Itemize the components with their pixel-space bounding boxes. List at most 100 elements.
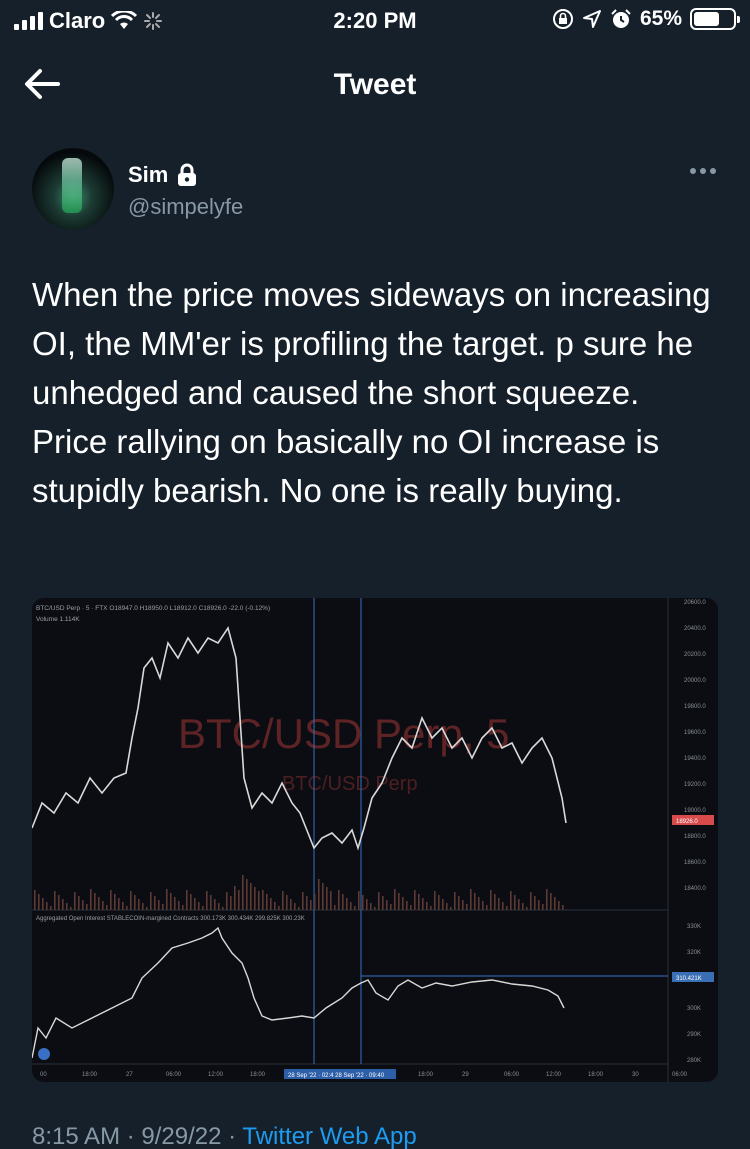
volume-bar (470, 889, 472, 910)
volume-bar (546, 889, 548, 910)
more-options-icon[interactable] (690, 168, 716, 174)
volume-bar (234, 886, 236, 910)
time-tick-label: 12:00 (208, 1072, 224, 1078)
chart-symbol-line: BTC/USD Perp · 5 · FTX O18947.0 H18950.0… (36, 605, 270, 612)
volume-bar (202, 906, 204, 910)
time-tick-label: 18:00 (250, 1072, 266, 1078)
volume-bar (178, 901, 180, 910)
volume-bar (562, 905, 564, 910)
volume-bar (262, 890, 264, 910)
price-tick-label: 19000.0 (684, 808, 706, 814)
avatar[interactable] (32, 148, 114, 230)
tweet-author: Sim @simpelyfe (32, 148, 722, 232)
location-icon (582, 10, 601, 28)
volume-bar (514, 895, 516, 910)
volume-bar (46, 902, 48, 910)
oi-series-line (32, 926, 565, 1059)
volume-bar (318, 879, 320, 910)
time-tick-label: 30 (632, 1072, 639, 1078)
price-tick-label: 20000.0 (684, 678, 706, 684)
volume-bar (214, 899, 216, 910)
volume-bar (222, 907, 224, 910)
volume-bar (346, 898, 348, 910)
time-tick-label: 27 (126, 1072, 133, 1078)
volume-bar (74, 892, 76, 910)
volume-bar (190, 894, 192, 910)
volume-bar (486, 905, 488, 910)
time-tick-label: 06:00 (166, 1072, 182, 1078)
volume-bar (250, 883, 252, 910)
volume-bar (510, 891, 512, 910)
volume-bar (258, 891, 260, 910)
volume-bar (446, 903, 448, 910)
volume-bar (66, 903, 68, 910)
tweet-image-chart[interactable]: BTC/USD Perp · 5 · FTX O18947.0 H18950.0… (32, 598, 718, 1082)
price-tick-label: 18400.0 (684, 886, 706, 892)
oi-tick-label: 330K (687, 924, 701, 930)
volume-bar (246, 879, 248, 910)
volume-bar (550, 893, 552, 910)
volume-bar (490, 890, 492, 910)
volume-bar (430, 906, 432, 910)
volume-bar (210, 895, 212, 910)
time-range-label: 28 Sep '22 · 02:4 28 Sep '22 · 09:40 (288, 1073, 385, 1079)
volume-bar (414, 890, 416, 910)
volume-bar (174, 897, 176, 910)
volume-bar (438, 895, 440, 910)
volume-bar (354, 906, 356, 910)
author-name[interactable]: Sim (128, 162, 168, 188)
volume-bar (122, 902, 124, 910)
volume-bar (58, 895, 60, 910)
volume-bar (458, 896, 460, 910)
volume-bar (502, 902, 504, 910)
volume-bar (494, 894, 496, 910)
volume-bar (238, 890, 240, 910)
volume-bar (306, 896, 308, 910)
battery-icon (690, 8, 740, 30)
time-tick-label: 06:00 (504, 1072, 520, 1078)
volume-bar (290, 899, 292, 910)
volume-bar (114, 894, 116, 910)
volume-bar (478, 897, 480, 910)
chart-volume-label: Volume 1.114K (36, 616, 80, 623)
volume-bar (330, 891, 332, 910)
volume-bar (518, 899, 520, 910)
tweet-text: When the price moves sideways on increas… (32, 276, 711, 509)
volume-bar (402, 897, 404, 910)
volume-bar (54, 891, 56, 910)
volume-bar (342, 894, 344, 910)
volume-bar (314, 894, 316, 910)
volume-bar (42, 898, 44, 910)
volume-bar (146, 907, 148, 910)
price-tick-label: 18600.0 (684, 860, 706, 866)
volume-bar (186, 890, 188, 910)
page-title: Tweet (333, 68, 417, 101)
oi-tick-label: 290K (687, 1032, 701, 1038)
volume-bar (242, 875, 244, 910)
volume-bar (542, 904, 544, 910)
price-tick-label: 19800.0 (684, 704, 706, 710)
tweet-source-link[interactable]: Twitter Web App (242, 1123, 416, 1149)
volume-bar (118, 898, 120, 910)
volume-bar (254, 887, 256, 910)
alarm-icon (611, 9, 631, 28)
volume-bar (474, 893, 476, 910)
volume-bar (310, 900, 312, 910)
volume-bar (38, 894, 40, 910)
volume-bar (554, 897, 556, 910)
volume-bar (534, 896, 536, 910)
author-name-row[interactable]: Sim (128, 162, 198, 188)
volume-bar (434, 891, 436, 910)
volume-bar (34, 890, 36, 910)
volume-bar (90, 889, 92, 910)
volume-bar (130, 891, 132, 910)
volume-bar (454, 892, 456, 910)
volume-bar (154, 896, 156, 910)
chart-logo-icon (38, 1048, 50, 1060)
volume-bar (426, 902, 428, 910)
price-tick-label: 19200.0 (684, 782, 706, 788)
volume-bar (126, 906, 128, 910)
volume-bar (498, 898, 500, 910)
author-handle[interactable]: @simpelyfe (128, 194, 243, 220)
current-price-label: 18926.0 (676, 819, 698, 825)
